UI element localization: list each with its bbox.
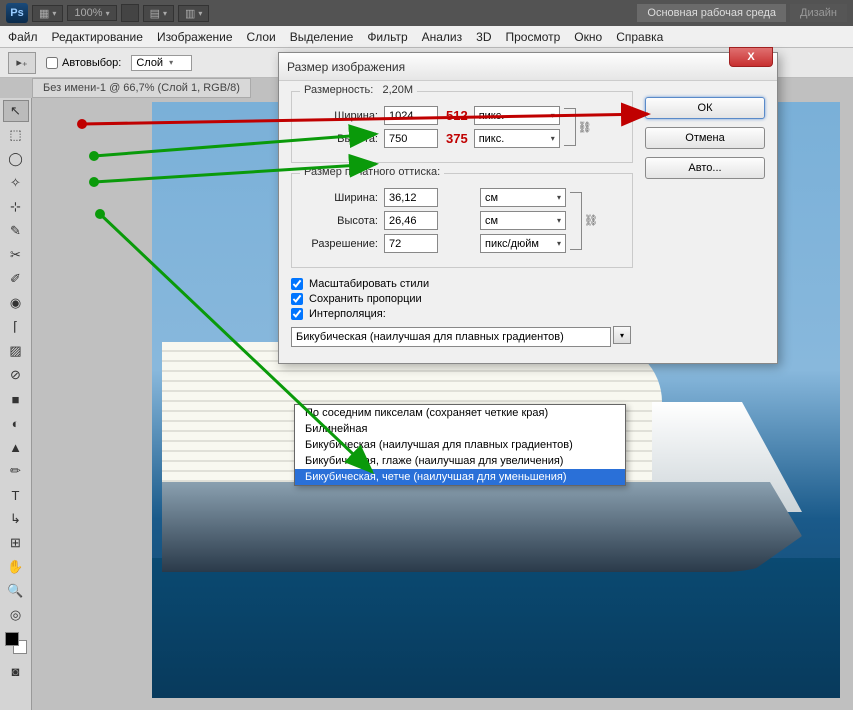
tool-0[interactable]: ↖ xyxy=(3,100,29,122)
tool-18[interactable]: ⊞ xyxy=(3,532,29,554)
interpolation-dropdown[interactable]: Бикубическая (наилучшая для плавных град… xyxy=(291,327,611,347)
toolbar-dropdown-1[interactable]: ▦ xyxy=(32,5,63,22)
constrain-proportions-checkbox[interactable]: Сохранить пропорции xyxy=(291,293,633,305)
menu-Просмотр[interactable]: Просмотр xyxy=(505,30,560,44)
print-width-unit[interactable]: см xyxy=(480,188,566,207)
toolbar-dropdown-4[interactable]: ▥ xyxy=(178,5,209,22)
resolution-unit[interactable]: пикс/дюйм xyxy=(480,234,566,253)
width-unit-dropdown[interactable]: пикс. xyxy=(474,106,560,125)
image-size-dialog: Размер изображения X Размерность: 2,20M … xyxy=(278,52,778,364)
ok-button[interactable]: ОК xyxy=(645,97,765,119)
resolution-input[interactable] xyxy=(384,234,438,253)
app-logo: Ps xyxy=(6,3,28,23)
menu-3D[interactable]: 3D xyxy=(476,30,491,44)
tool-20[interactable]: 🔍 xyxy=(3,580,29,602)
tool-9[interactable]: ⌈ xyxy=(3,316,29,338)
tool-7[interactable]: ✐ xyxy=(3,268,29,290)
height-unit-dropdown[interactable]: пикс. xyxy=(474,129,560,148)
menu-Справка[interactable]: Справка xyxy=(616,30,663,44)
zoom-dropdown[interactable]: 100% xyxy=(67,5,116,21)
tool-6[interactable]: ✂ xyxy=(3,244,29,266)
auto-button[interactable]: Авто... xyxy=(645,157,765,179)
tool-5[interactable]: ✎ xyxy=(3,220,29,242)
app-topbar: Ps ▦ 100% ▤ ▥ Основная рабочая среда Диз… xyxy=(0,0,853,26)
workspace-button-design[interactable]: Дизайн xyxy=(790,4,847,22)
print-width-input[interactable] xyxy=(384,188,438,207)
tool-15[interactable]: ✏ xyxy=(3,460,29,482)
constrain-link-icon xyxy=(564,108,576,146)
close-button[interactable]: X xyxy=(729,47,773,67)
print-height-input[interactable] xyxy=(384,211,438,230)
tool-12[interactable]: ■ xyxy=(3,388,29,410)
interpolation-checkbox[interactable]: Интерполяция: xyxy=(291,308,633,320)
menu-Анализ[interactable]: Анализ xyxy=(422,30,463,44)
pixel-dimensions-group: Размерность: 2,20M Ширина: 512 пикс. Выс… xyxy=(291,91,633,163)
tool-19[interactable]: ✋ xyxy=(3,556,29,578)
height-label: Высота: xyxy=(300,133,378,145)
interp-option-4[interactable]: Бикубическая, четче (наилучшая для умень… xyxy=(295,469,625,485)
tool-17[interactable]: ↳ xyxy=(3,508,29,530)
print-constrain-link-icon xyxy=(570,192,582,250)
dialog-titlebar[interactable]: Размер изображения X xyxy=(279,53,777,81)
toolbar-dropdown-3[interactable]: ▤ xyxy=(143,5,174,22)
interp-option-2[interactable]: Бикубическая (наилучшая для плавных град… xyxy=(295,437,625,453)
tool-2[interactable]: ◯ xyxy=(3,148,29,170)
tool-21[interactable]: ◎ xyxy=(3,604,29,626)
menu-Слои[interactable]: Слои xyxy=(247,30,276,44)
tool-preset-picker[interactable] xyxy=(8,52,36,74)
document-tab[interactable]: Без имени-1 @ 66,7% (Слой 1, RGB/8) xyxy=(32,78,251,98)
height-input[interactable] xyxy=(384,129,438,148)
menu-Фильтр[interactable]: Фильтр xyxy=(367,30,407,44)
menu-Изображение[interactable]: Изображение xyxy=(157,30,233,44)
menu-Окно[interactable]: Окно xyxy=(574,30,602,44)
quickmask-button[interactable]: ◙ xyxy=(3,660,29,682)
width-label: Ширина: xyxy=(300,110,378,122)
dropdown-arrow-icon[interactable]: ▾ xyxy=(613,326,631,344)
interpolation-dropdown-list[interactable]: По соседним пикселам (сохраняет четкие к… xyxy=(294,404,626,486)
tool-1[interactable]: ⬚ xyxy=(3,124,29,146)
width-input[interactable] xyxy=(384,106,438,125)
tool-14[interactable]: ▲ xyxy=(3,436,29,458)
auto-select-checkbox[interactable]: Автовыбор: xyxy=(46,57,121,69)
tool-3[interactable]: ✧ xyxy=(3,172,29,194)
chain-icon[interactable]: ⛓ xyxy=(578,121,592,134)
width-annotation: 512 xyxy=(446,108,468,123)
menu-Редактирование[interactable]: Редактирование xyxy=(52,30,143,44)
cancel-button[interactable]: Отмена xyxy=(645,127,765,149)
tool-4[interactable]: ⊹ xyxy=(3,196,29,218)
print-size-group: Размер печатного оттиска: Ширина: см Выс… xyxy=(291,173,633,268)
menu-Файл[interactable]: Файл xyxy=(8,30,38,44)
menu-Выделение[interactable]: Выделение xyxy=(290,30,354,44)
tool-11[interactable]: ⊘ xyxy=(3,364,29,386)
interp-option-0[interactable]: По соседним пикселам (сохраняет четкие к… xyxy=(295,405,625,421)
dialog-title: Размер изображения xyxy=(287,60,405,74)
tool-8[interactable]: ◉ xyxy=(3,292,29,314)
workspace-button-primary[interactable]: Основная рабочая среда xyxy=(637,4,786,22)
tool-13[interactable]: ◐ xyxy=(3,412,29,434)
scale-styles-checkbox[interactable]: Масштабировать стили xyxy=(291,278,633,290)
toolbox: ↖⬚◯✧⊹✎✂✐◉⌈▨⊘■◐▲✏T↳⊞✋🔍◎ ◙ xyxy=(0,98,32,710)
toolbar-btn-2[interactable] xyxy=(121,4,139,22)
color-swatches[interactable] xyxy=(5,632,27,654)
tool-16[interactable]: T xyxy=(3,484,29,506)
tool-10[interactable]: ▨ xyxy=(3,340,29,362)
print-height-unit[interactable]: см xyxy=(480,211,566,230)
interp-option-1[interactable]: Билинейная xyxy=(295,421,625,437)
menubar: Файл Редактирование Изображение Слои Выделен… xyxy=(0,26,853,48)
interp-option-3[interactable]: Бикубическая, глаже (наилучшая для увели… xyxy=(295,453,625,469)
layer-select-dropdown[interactable]: Слой xyxy=(131,55,192,71)
height-annotation: 375 xyxy=(446,131,468,146)
chain-icon[interactable]: ⛓ xyxy=(584,214,598,227)
